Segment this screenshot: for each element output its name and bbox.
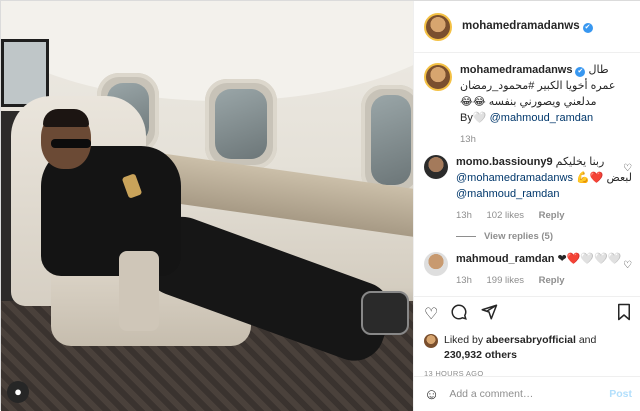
likes-prefix: Liked by [444, 334, 484, 346]
seat-arm [119, 251, 159, 331]
person-shoe [361, 291, 409, 335]
comment-mention[interactable]: @mahmoud_ramdan [456, 188, 560, 200]
comment-like-heart-icon[interactable]: ♡ [623, 163, 632, 174]
emoji-icon[interactable]: ☺ [424, 386, 439, 403]
add-comment-bar: ☺ Post [414, 376, 640, 411]
comment-age[interactable]: 13h [456, 210, 472, 221]
avatar[interactable] [424, 12, 452, 41]
likes-user[interactable]: abeersabryofficial [486, 334, 576, 346]
likes-count[interactable]: 230,932 others [444, 349, 517, 361]
post-header: mohamedramadanws ✔ [414, 1, 640, 53]
reply-button[interactable]: Reply [539, 275, 565, 286]
action-bar: ♡ Liked by abeersabryofficial and 230,93… [414, 296, 640, 378]
caption-mention[interactable]: @mahmoud_ramdan [490, 112, 594, 124]
caption-username[interactable]: mohamedramadanws [460, 64, 572, 76]
reply-button[interactable]: Reply [539, 210, 565, 221]
comment-like-heart-icon[interactable]: ♡ [623, 260, 632, 271]
post-button[interactable]: Post [609, 388, 632, 400]
cabin-window [361, 85, 413, 195]
instagram-post: ● mohamedramadanws ✔ mohamedramadanws ✔ طا… [0, 0, 640, 411]
comment-username[interactable]: momo.bassiouny9 [456, 156, 553, 168]
share-icon[interactable] [480, 303, 498, 327]
bookmark-icon[interactable] [616, 303, 632, 327]
caption-age[interactable]: 13h [460, 134, 476, 145]
sunglasses [51, 139, 91, 148]
comment-text: ❤❤️🤍🤍🤍 [557, 252, 622, 265]
comment-item: mahmoud_ramdan ❤❤️🤍🤍🤍 13h 199 likes Repl… [414, 242, 640, 286]
avatar[interactable] [424, 334, 438, 348]
comment-text: ربنا يخليكم [555, 155, 605, 168]
person-hair [43, 109, 89, 127]
comment-likes[interactable]: 102 likes [487, 210, 525, 221]
cabin-window [205, 79, 277, 169]
verified-badge-icon: ✔ [575, 67, 586, 77]
comment-input[interactable] [449, 388, 610, 400]
comment-icon[interactable] [450, 303, 468, 327]
heart-icon[interactable]: ♡ [424, 305, 438, 325]
post-photo[interactable]: ● [1, 1, 413, 411]
view-replies-button[interactable]: View replies (5) [456, 231, 640, 242]
verified-badge-icon: ✔ [582, 23, 593, 33]
comment-item: momo.bassiouny9 ربنا يخليكم @mohamedrama… [414, 145, 640, 221]
caption-by: By🤍 [460, 111, 487, 124]
comment-age[interactable]: 13h [456, 275, 472, 286]
avatar[interactable] [424, 63, 452, 91]
username-text[interactable]: mohamedramadanws [462, 20, 580, 32]
avatar[interactable] [424, 154, 448, 179]
comment-username[interactable]: mahmoud_ramdan [456, 253, 554, 265]
tagged-user-icon[interactable]: ● [7, 381, 29, 403]
comment-mention[interactable]: @mohamedramadanws [456, 172, 573, 184]
caption-item: mohamedramadanws ✔ طال عمره أخويا الكبير … [414, 53, 640, 145]
likes-summary: Liked by abeersabryofficial and 230,932 … [424, 333, 632, 363]
comment-likes[interactable]: 199 likes [487, 275, 525, 286]
post-sidebar: mohamedramadanws ✔ mohamedramadanws ✔ طال … [413, 1, 640, 411]
avatar[interactable] [424, 251, 448, 276]
likes-and: and [578, 334, 597, 346]
header-username[interactable]: mohamedramadanws ✔ [462, 20, 593, 33]
comments-list[interactable]: mohamedramadanws ✔ طال عمره أخويا الكبير … [414, 53, 640, 296]
